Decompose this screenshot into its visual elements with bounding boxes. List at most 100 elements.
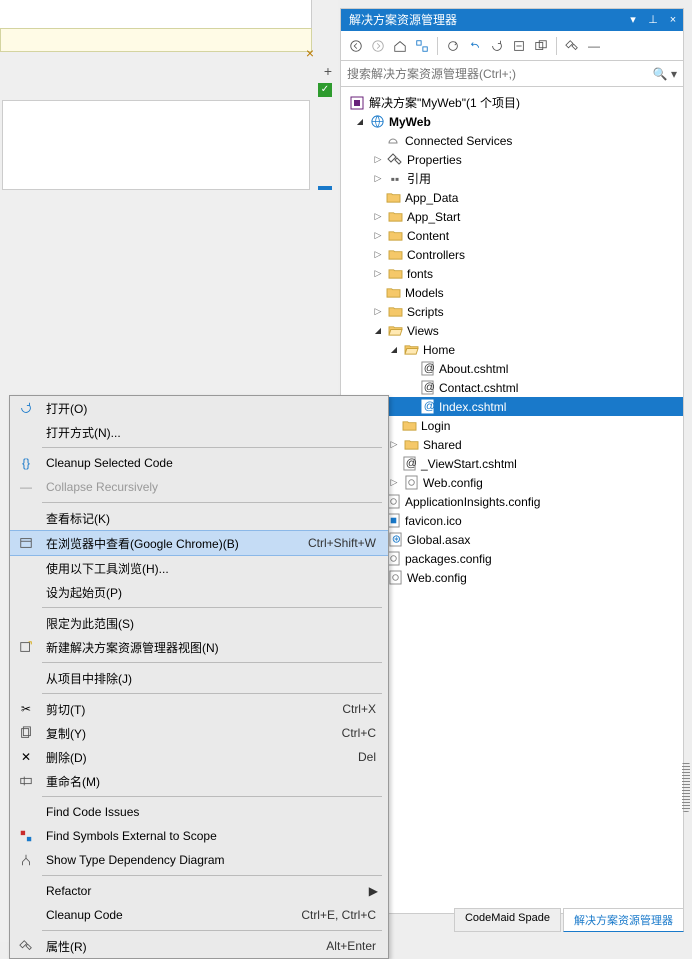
expander-icon[interactable] — [353, 115, 367, 129]
expander-icon[interactable] — [387, 343, 401, 357]
menu-delete[interactable]: ✕删除(D)Del — [10, 745, 388, 769]
back-icon[interactable] — [347, 37, 365, 55]
expander-icon[interactable] — [371, 267, 385, 281]
search-box[interactable]: 🔍 ▾ — [341, 61, 683, 87]
menu-browse[interactable]: 在浏览器中查看(Google Chrome)(B)Ctrl+Shift+W — [10, 530, 388, 556]
expander-icon[interactable] — [371, 324, 385, 338]
collapse-icon[interactable] — [510, 37, 528, 55]
file-globalasax[interactable]: ⊛Global.asax — [341, 530, 683, 549]
search-input[interactable] — [347, 67, 653, 81]
tab-codemaid[interactable]: CodeMaid Spade — [454, 908, 561, 932]
expander-icon[interactable] — [371, 172, 385, 186]
folder-login[interactable]: Login — [341, 416, 683, 435]
close-icon[interactable]: × — [306, 45, 314, 61]
folder-controllers[interactable]: Controllers — [341, 245, 683, 264]
folder-views[interactable]: Views — [341, 321, 683, 340]
menu-collapse: —Collapse Recursively — [10, 475, 388, 499]
folder-icon — [385, 285, 401, 301]
file-index[interactable]: @Index.cshtml — [341, 397, 683, 416]
svg-text:@: @ — [423, 381, 433, 393]
folder-models[interactable]: Models — [341, 283, 683, 302]
menu-open[interactable]: 打开(O) — [10, 396, 388, 420]
folder-appstart[interactable]: App_Start — [341, 207, 683, 226]
file-favicon[interactable]: favicon.ico — [341, 511, 683, 530]
side-grip-handle[interactable] — [682, 762, 690, 812]
references-node[interactable]: ▪▪引用 — [341, 169, 683, 188]
file-appinsights[interactable]: ApplicationInsights.config — [341, 492, 683, 511]
tab-solution-explorer[interactable]: 解决方案资源管理器 — [563, 908, 684, 932]
expander-icon[interactable] — [371, 305, 385, 319]
expander-icon[interactable] — [371, 229, 385, 243]
expander-icon[interactable] — [371, 153, 385, 167]
showall-icon[interactable] — [532, 37, 550, 55]
wrench-icon — [18, 938, 34, 954]
forward-icon[interactable] — [369, 37, 387, 55]
menu-cut[interactable]: ✂剪切(T)Ctrl+X — [10, 697, 388, 721]
config-file-icon — [403, 475, 419, 491]
menu-open-with[interactable]: 打开方式(N)... — [10, 420, 388, 444]
menu-view-marks[interactable]: 查看标记(K) — [10, 506, 388, 530]
folder-icon — [387, 266, 403, 282]
solution-node[interactable]: 解决方案"MyWeb"(1 个项目) — [341, 93, 683, 112]
dropdown-icon[interactable]: ▾ — [623, 9, 643, 31]
expander-icon[interactable] — [371, 210, 385, 224]
properties-icon[interactable] — [563, 37, 581, 55]
folder-shared[interactable]: Shared — [341, 435, 683, 454]
folder-scripts[interactable]: Scripts — [341, 302, 683, 321]
file-packages[interactable]: packages.config — [341, 549, 683, 568]
folder-icon — [387, 247, 403, 263]
file-viewstart[interactable]: @_ViewStart.cshtml — [341, 454, 683, 473]
project-node[interactable]: MyWeb — [341, 112, 683, 131]
scissors-icon: ✂ — [18, 701, 34, 717]
menu-find-code-issues[interactable]: Find Code Issues — [10, 800, 388, 824]
menu-properties[interactable]: 属性(R)Alt+Enter — [10, 934, 388, 958]
info-bar — [0, 28, 312, 52]
file-contact[interactable]: @Contact.cshtml — [341, 378, 683, 397]
expander-icon[interactable] — [371, 248, 385, 262]
folder-open-icon — [403, 342, 419, 358]
connected-services-node[interactable]: Connected Services — [341, 131, 683, 150]
delete-icon: ✕ — [18, 749, 34, 765]
expand-icon[interactable]: + — [324, 63, 332, 79]
submenu-arrow-icon: ▶ — [369, 884, 388, 898]
file-views-webconfig[interactable]: Web.config — [341, 473, 683, 492]
menu-refactor[interactable]: Refactor▶ — [10, 879, 388, 903]
panel-title: 解决方案资源管理器 — [349, 9, 623, 31]
menu-cleanup-selected[interactable]: {}Cleanup Selected Code — [10, 451, 388, 475]
project-icon — [369, 114, 385, 130]
menu-show-diagram[interactable]: Show Type Dependency Diagram — [10, 848, 388, 872]
preview-icon[interactable]: — — [585, 37, 603, 55]
menu-set-start[interactable]: 设为起始页(P) — [10, 580, 388, 604]
panel-titlebar[interactable]: 解决方案资源管理器 ▾ ⊥ × — [341, 9, 683, 31]
menu-cleanup-code[interactable]: Cleanup CodeCtrl+E, Ctrl+C — [10, 903, 388, 927]
menu-new-view[interactable]: 新建解决方案资源管理器视图(N) — [10, 635, 388, 659]
menu-copy[interactable]: 复制(Y)Ctrl+C — [10, 721, 388, 745]
menu-find-symbols[interactable]: Find Symbols External to Scope — [10, 824, 388, 848]
menu-rename[interactable]: 重命名(M) — [10, 769, 388, 793]
folder-icon — [401, 418, 417, 434]
expander-icon[interactable] — [387, 476, 401, 490]
folder-icon — [387, 209, 403, 225]
close-panel-icon[interactable]: × — [663, 9, 683, 31]
folder-appdata[interactable]: App_Data — [341, 188, 683, 207]
refresh-icon[interactable] — [488, 37, 506, 55]
menu-exclude[interactable]: 从项目中排除(J) — [10, 666, 388, 690]
home-icon[interactable] — [391, 37, 409, 55]
menu-browse-with[interactable]: 使用以下工具浏览(H)... — [10, 556, 388, 580]
menu-limit-scope[interactable]: 限定为此范围(S) — [10, 611, 388, 635]
expander-icon[interactable] — [387, 438, 401, 452]
properties-node[interactable]: Properties — [341, 150, 683, 169]
references-icon: ▪▪ — [387, 171, 403, 187]
pin-icon[interactable]: ⊥ — [643, 9, 663, 31]
file-about[interactable]: @About.cshtml — [341, 359, 683, 378]
folder-fonts[interactable]: fonts — [341, 264, 683, 283]
undo-icon[interactable] — [466, 37, 484, 55]
sync-icon[interactable] — [444, 37, 462, 55]
file-webconfig[interactable]: Web.config — [341, 568, 683, 587]
folder-home[interactable]: Home — [341, 340, 683, 359]
search-icon[interactable]: 🔍 ▾ — [653, 67, 677, 81]
editor-body[interactable] — [2, 100, 310, 190]
scope-icon[interactable] — [413, 37, 431, 55]
folder-content[interactable]: Content — [341, 226, 683, 245]
solution-tree[interactable]: 解决方案"MyWeb"(1 个项目) MyWeb Connected Servi… — [341, 87, 683, 593]
